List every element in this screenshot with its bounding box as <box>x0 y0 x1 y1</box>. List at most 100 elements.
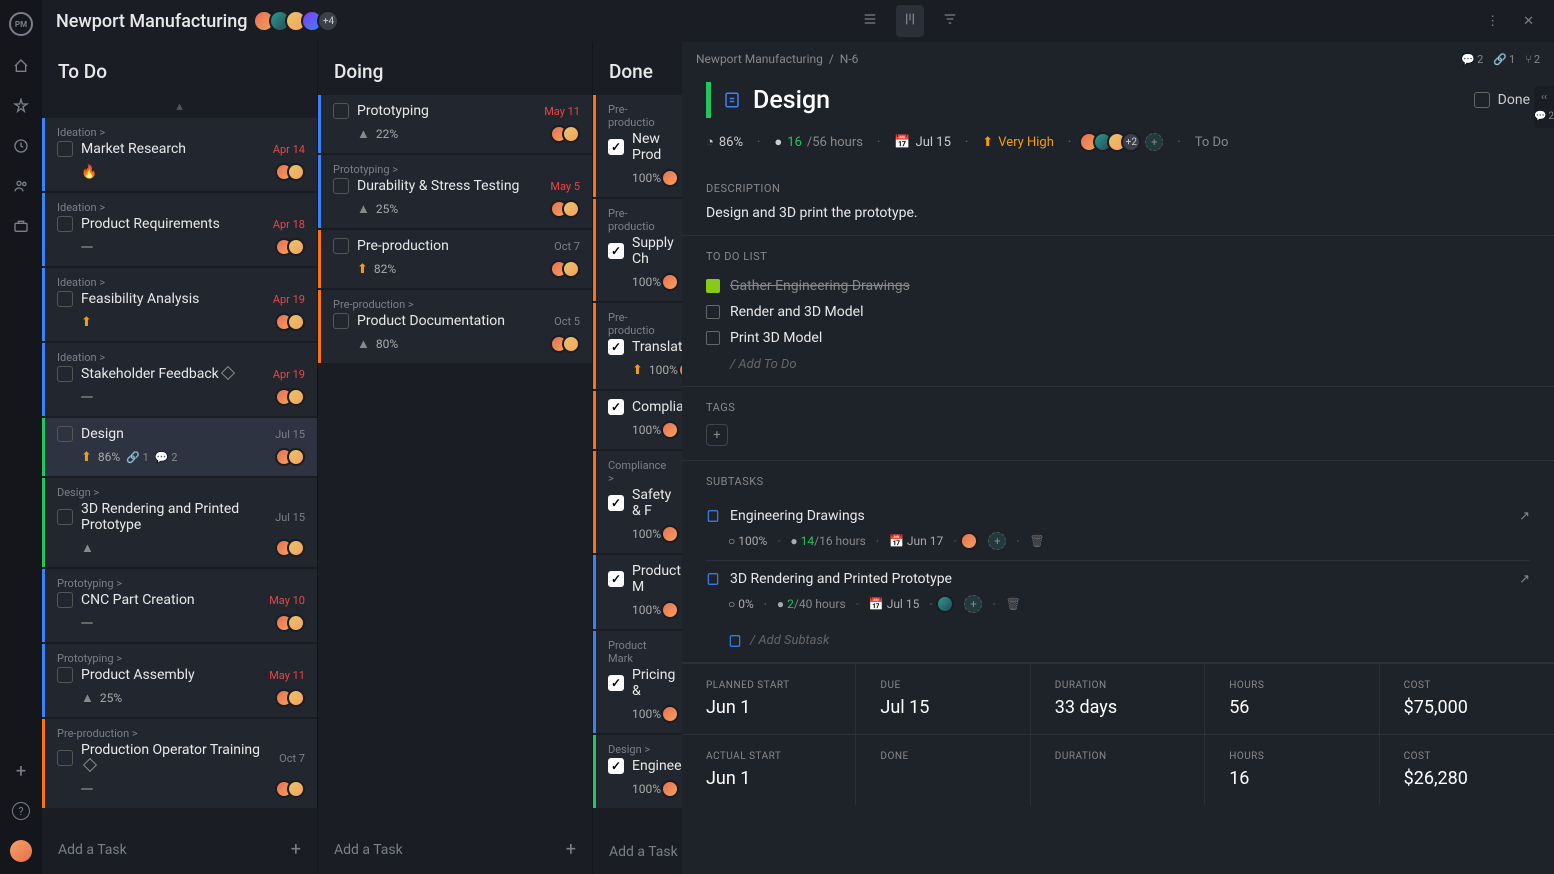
done-toggle[interactable]: Done <box>1474 92 1530 108</box>
project-title: Newport Manufacturing <box>56 11 247 32</box>
task-checkbox[interactable] <box>57 216 73 232</box>
stat-cell: COST$26,280 <box>1380 735 1554 805</box>
scroll-up-icon[interactable]: ▴ <box>42 95 317 118</box>
task-card[interactable]: Pre-productioSupply Ch 100% <box>593 199 682 301</box>
filter-icon[interactable] <box>936 5 964 37</box>
column-done: Done Pre-productioNew Prod 100%Pre-produ… <box>592 42 682 874</box>
stat-cell: HOURS56 <box>1205 664 1379 734</box>
task-checkbox[interactable] <box>608 399 624 415</box>
task-checkbox[interactable] <box>608 571 624 587</box>
board-view-icon[interactable] <box>896 5 924 37</box>
task-checkbox[interactable] <box>57 509 73 525</box>
add-tag-button[interactable]: + <box>706 424 728 446</box>
task-card[interactable]: DesignJul 15⬆ 86% 🔗 1 💬 2 <box>42 418 317 476</box>
task-checkbox[interactable] <box>57 592 73 608</box>
task-checkbox[interactable] <box>57 750 73 766</box>
open-subtask-icon[interactable]: ↗ <box>1519 572 1530 587</box>
task-card[interactable]: Pre-production >Product DocumentationOct… <box>318 290 592 363</box>
task-checkbox[interactable] <box>608 243 624 259</box>
todo-item[interactable]: Gather Engineering Drawings <box>706 273 1530 299</box>
task-card[interactable]: PrototypingMay 11▲ 22% <box>318 95 592 153</box>
task-card[interactable]: Ideation >Feasibility AnalysisApr 19⬆ <box>42 268 317 341</box>
add-subtask[interactable]: / Add Subtask <box>706 623 1530 648</box>
user-avatar[interactable] <box>10 840 32 862</box>
add-subtask-assignee[interactable]: + <box>988 532 1006 550</box>
activity-icon[interactable] <box>11 96 31 116</box>
assignees[interactable]: +2 + <box>1085 132 1163 152</box>
add-subtask-assignee[interactable]: + <box>964 595 982 613</box>
task-checkbox[interactable] <box>608 675 624 691</box>
task-card[interactable]: Design >3D Rendering and Printed Prototy… <box>42 478 317 567</box>
task-card[interactable]: Pre-productionOct 7⬆ 82% <box>318 230 592 288</box>
list-view-icon[interactable] <box>856 5 884 37</box>
detail-breadcrumb[interactable]: Newport Manufacturing / N-6 <box>696 52 858 66</box>
status-meta[interactable]: To Do <box>1195 135 1229 150</box>
recent-icon[interactable] <box>11 136 31 156</box>
open-subtask-icon[interactable]: ↗ <box>1519 509 1530 524</box>
task-card[interactable]: Pre-production >Production Operator Trai… <box>42 719 317 808</box>
task-card[interactable]: Complian 100% <box>593 391 682 449</box>
task-checkbox[interactable] <box>57 667 73 683</box>
subtask-item[interactable]: 3D Rendering and Printed Prototype↗○ 0%·… <box>706 561 1530 623</box>
task-card[interactable]: Ideation >Stakeholder FeedbackApr 19 <box>42 343 317 416</box>
task-card[interactable]: Pre-productioNew Prod 100% <box>593 95 682 197</box>
delete-subtask-icon[interactable]: 🗑 <box>1030 534 1045 548</box>
add-task-doing[interactable]: Add a Task+ <box>318 825 592 874</box>
task-checkbox[interactable] <box>57 141 73 157</box>
subtasks-label: SUBTASKS <box>706 475 1530 488</box>
team-icon[interactable] <box>11 176 31 196</box>
task-checkbox[interactable] <box>57 366 73 382</box>
collapse-icon: ‹‹ <box>1541 92 1547 103</box>
task-card[interactable]: Prototyping >Product AssemblyMay 11▲ 25% <box>42 644 317 717</box>
subtasks-count[interactable]: ⑂ 2 <box>1525 53 1540 66</box>
task-card[interactable]: Pre-productioTranslatio⬆ 100% <box>593 303 682 389</box>
task-card[interactable]: Product M 100% <box>593 555 682 629</box>
column-todo: To Do ▴ Ideation >Market ResearchApr 14🔥… <box>42 42 317 874</box>
add-task-done[interactable]: Add a Task <box>593 830 682 874</box>
detail-side-tab[interactable]: ‹‹ 💬 2 <box>1534 86 1554 128</box>
stat-cell: PLANNED STARTJun 1 <box>682 664 856 734</box>
todo-item[interactable]: Render and 3D Model <box>706 299 1530 325</box>
briefcase-icon[interactable] <box>11 216 31 236</box>
delete-subtask-icon[interactable]: 🗑 <box>1006 597 1021 611</box>
task-card[interactable]: Prototyping >CNC Part CreationMay 10 <box>42 569 317 642</box>
comments-count[interactable]: 💬 2 <box>1461 53 1483 66</box>
links-count[interactable]: 🔗 1 <box>1493 53 1515 66</box>
task-checkbox[interactable] <box>608 758 624 774</box>
desc-text[interactable]: Design and 3D print the prototype. <box>706 205 1530 221</box>
task-card[interactable]: Compliance >Safety & F 100% <box>593 451 682 553</box>
task-title[interactable]: Design <box>753 86 1462 115</box>
app-logo[interactable]: PM <box>9 12 33 36</box>
help-icon[interactable]: ? <box>12 802 30 820</box>
add-todo[interactable]: / Add To Do <box>706 351 1530 372</box>
add-assignee-icon[interactable]: + <box>1145 133 1163 151</box>
todo-item[interactable]: Print 3D Model <box>706 325 1530 351</box>
task-checkbox[interactable] <box>333 178 349 194</box>
stat-cell: COST$75,000 <box>1380 664 1554 734</box>
task-card[interactable]: Prototyping >Durability & Stress Testing… <box>318 155 592 228</box>
more-icon[interactable]: ⋮ <box>1480 8 1505 35</box>
task-card[interactable]: Product MarkPricing & 100% <box>593 631 682 733</box>
progress-meta[interactable]: ◔ 86% <box>706 134 743 150</box>
due-meta[interactable]: 📅 Jul 15 <box>894 135 951 150</box>
task-checkbox[interactable] <box>608 495 624 511</box>
priority-meta[interactable]: ⬆ Very High <box>982 135 1054 150</box>
task-checkbox[interactable] <box>608 139 624 155</box>
task-card[interactable]: Ideation >Market ResearchApr 14🔥 <box>42 118 317 191</box>
task-checkbox[interactable] <box>608 339 624 355</box>
task-checkbox[interactable] <box>333 313 349 329</box>
task-card[interactable]: Ideation >Product RequirementsApr 18 <box>42 193 317 266</box>
hours-meta[interactable]: ● 16/56 hours <box>774 134 863 150</box>
task-checkbox[interactable] <box>333 238 349 254</box>
close-icon[interactable]: ✕ <box>1517 8 1540 35</box>
subtask-item[interactable]: Engineering Drawings↗○ 100%·● 14/16 hour… <box>706 498 1530 561</box>
task-checkbox[interactable] <box>57 426 73 442</box>
add-icon[interactable]: + <box>16 761 26 782</box>
column-header-doing: Doing <box>318 42 592 95</box>
project-avatars[interactable]: +4 <box>259 10 339 32</box>
home-icon[interactable] <box>11 56 31 76</box>
add-task-todo[interactable]: Add a Task+ <box>42 825 317 874</box>
task-checkbox[interactable] <box>57 291 73 307</box>
task-card[interactable]: Design >Engineeri 100% <box>593 735 682 808</box>
task-checkbox[interactable] <box>333 103 349 119</box>
